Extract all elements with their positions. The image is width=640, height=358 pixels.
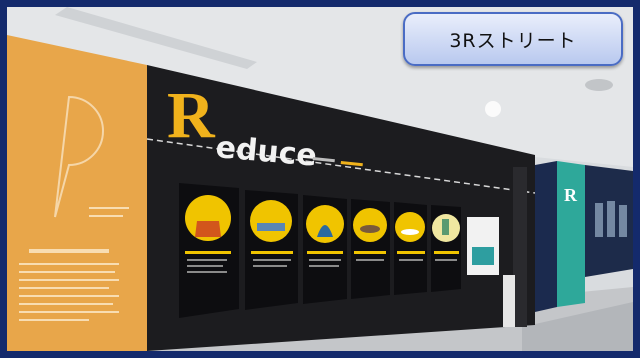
poster <box>351 199 390 299</box>
far-display-figures <box>595 201 627 237</box>
caption-label: 3Rストリート <box>403 12 623 66</box>
poster <box>245 190 298 310</box>
poster <box>303 195 347 304</box>
teal-panel <box>557 161 585 307</box>
poster <box>179 183 239 318</box>
ceiling-vent <box>585 79 613 91</box>
ceiling-light <box>485 101 501 117</box>
bottle-icon <box>442 219 449 235</box>
poster <box>431 205 461 292</box>
far-blue-panel <box>535 161 557 312</box>
far-logo-initial: R <box>564 185 578 205</box>
kiosk-screen <box>472 247 494 265</box>
tray-icon <box>257 223 285 231</box>
dish-icon <box>401 229 419 235</box>
bag-icon <box>195 221 221 237</box>
photo-frame: R educe R 3Rストリート <box>0 0 640 358</box>
logo-initial: R <box>167 79 216 152</box>
pillar <box>503 275 515 327</box>
kiosk <box>467 217 499 275</box>
wall-corner <box>513 167 527 327</box>
poster <box>394 202 427 295</box>
fish-icon <box>360 225 380 233</box>
